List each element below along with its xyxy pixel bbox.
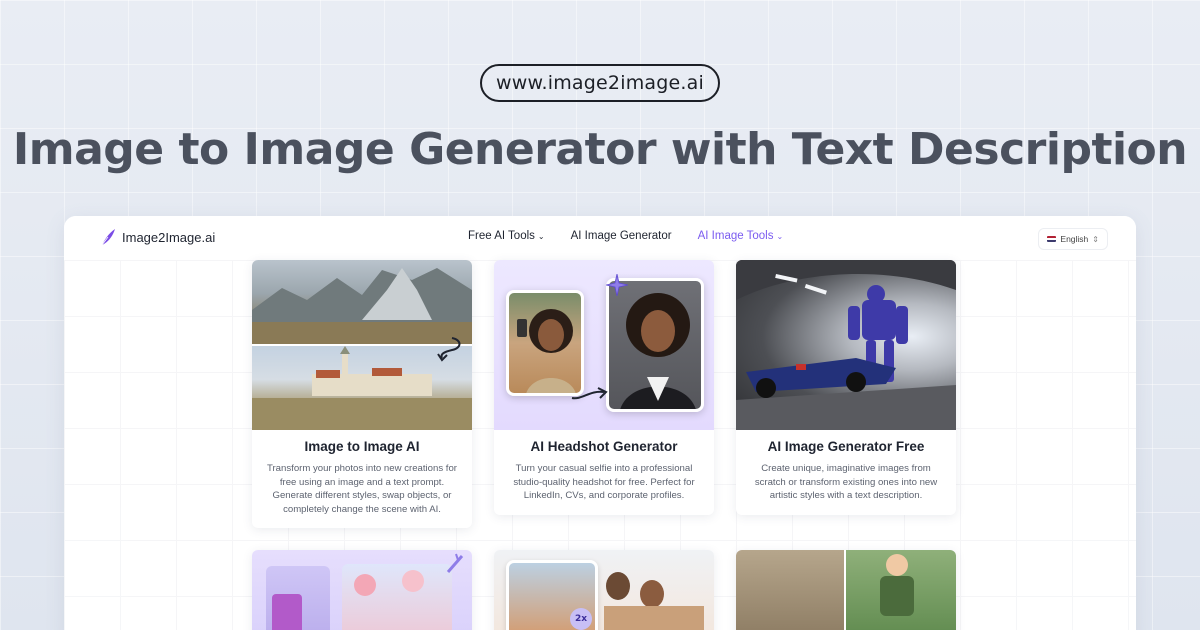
nav-ai-image-tools-label: AI Image Tools — [697, 230, 774, 242]
card-title: Image to Image AI — [304, 439, 420, 454]
arrow-right-icon — [571, 387, 608, 400]
tool-card-image-to-image[interactable]: Image to Image AI Transform your photos … — [252, 260, 472, 528]
tool-card-ai-image-generator[interactable]: AI Image Generator Free Create unique, i… — [736, 260, 956, 515]
card-body: AI Image Generator Free Create unique, i… — [736, 430, 956, 515]
sparkle-icon — [606, 274, 628, 296]
chevron-down-icon: ⌄ — [776, 231, 784, 241]
robot-racecar-image — [736, 260, 956, 430]
card-title: AI Headshot Generator — [530, 439, 678, 454]
language-label: English — [1060, 234, 1089, 244]
card-title: AI Image Generator Free — [767, 439, 925, 454]
nav-ai-image-generator[interactable]: AI Image Generator — [571, 230, 672, 242]
us-flag-icon — [1047, 236, 1057, 242]
nav-ai-image-generator-label: AI Image Generator — [570, 230, 672, 242]
nav-ai-image-tools[interactable]: AI Image Tools ⌄ — [698, 230, 784, 242]
updown-chevron-icon: ⇕ — [1092, 234, 1099, 244]
logo-text: Image2Image.ai — [122, 229, 216, 245]
family-photo-upscale-image: 2x — [494, 550, 714, 630]
old-photo-restore-image — [736, 550, 956, 630]
magic-wand-icon — [446, 553, 464, 573]
image-to-image-image — [252, 260, 472, 430]
nav-free-ai-tools-label: Free AI Tools — [468, 230, 535, 242]
card-description: Turn your casual selfie into a professio… — [513, 463, 695, 501]
card-body: AI Headshot Generator Turn your casual s… — [494, 430, 714, 515]
tool-card-ai-headshot[interactable]: AI Headshot Generator Turn your casual s… — [494, 260, 714, 515]
tool-card-upscale[interactable]: 2x — [494, 550, 714, 630]
language-selector[interactable]: English ⇕ — [1038, 228, 1108, 250]
feather-logo-icon — [101, 229, 115, 246]
chevron-down-icon: ⌄ — [537, 231, 545, 241]
perfume-flowers-image — [252, 550, 472, 630]
url-badge: www.image2image.ai — [480, 64, 720, 102]
nav-free-ai-tools[interactable]: Free AI Tools ⌄ — [468, 230, 545, 242]
professional-headshot-photo — [606, 278, 704, 412]
curved-arrow-icon — [437, 337, 461, 362]
headshot-image — [494, 260, 714, 430]
site-logo[interactable]: Image2Image.ai — [100, 228, 215, 246]
card-description: Create unique, imaginative images from s… — [754, 463, 938, 501]
nav-links: Free AI Tools ⌄ AI Image Generator AI Im… — [468, 230, 783, 242]
site-navbar: Image2Image.ai Free AI Tools ⌄ AI Image … — [64, 216, 1136, 260]
upscale-badge: 2x — [570, 608, 592, 630]
website-preview-frame: Image2Image.ai Free AI Tools ⌄ AI Image … — [64, 216, 1136, 630]
page-headline: Image to Image Generator with Text Descr… — [12, 124, 1188, 175]
card-description: Transform your photos into new creations… — [266, 463, 457, 515]
tool-card-perfume[interactable] — [252, 550, 472, 630]
selfie-photo — [506, 290, 584, 396]
mountain-castle-illustration — [252, 268, 472, 344]
card-body: Image to Image AI Transform your photos … — [252, 430, 472, 528]
tool-card-photo-restore[interactable] — [736, 550, 956, 630]
